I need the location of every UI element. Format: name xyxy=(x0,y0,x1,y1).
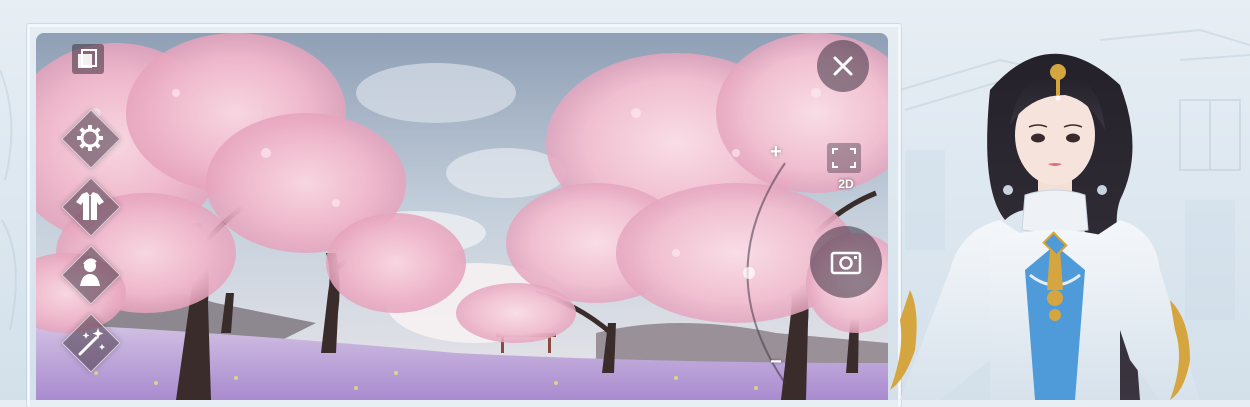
zoom-in-symbol[interactable]: + xyxy=(770,141,782,164)
outfit-button[interactable] xyxy=(61,177,121,237)
magic-wand-icon xyxy=(78,328,105,356)
view-mode-label[interactable]: 2D xyxy=(834,177,858,191)
photo-mode-viewport[interactable]: + − xyxy=(36,33,888,400)
outfit-icon xyxy=(76,192,104,220)
copy-icon xyxy=(78,49,97,68)
character-pose-button[interactable] xyxy=(61,245,121,305)
zoom-out-symbol[interactable]: − xyxy=(770,351,782,374)
fullscreen-button[interactable] xyxy=(827,143,861,173)
copy-button[interactable] xyxy=(72,44,104,74)
settings-button[interactable] xyxy=(61,109,121,169)
character-portrait xyxy=(890,53,1200,400)
close-icon xyxy=(833,56,853,76)
gear-icon xyxy=(77,125,103,151)
effects-button[interactable] xyxy=(61,313,121,373)
close-button[interactable] xyxy=(817,40,869,92)
fullscreen-icon xyxy=(832,148,856,168)
character-pose-icon xyxy=(80,258,100,286)
